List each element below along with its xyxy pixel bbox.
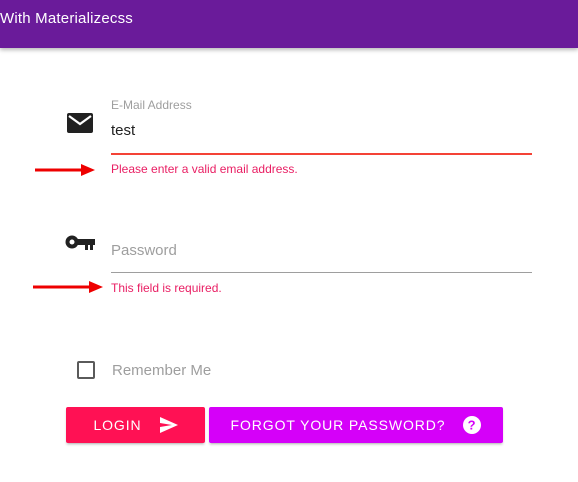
annotation-arrow-email bbox=[35, 164, 95, 176]
remember-me-label[interactable]: Remember Me bbox=[112, 362, 211, 379]
remember-me-checkbox[interactable] bbox=[77, 361, 95, 379]
email-label: E-Mail Address bbox=[111, 98, 192, 112]
login-button[interactable]: LOGIN bbox=[66, 407, 205, 443]
forgot-password-button[interactable]: FORGOT YOUR PASSWORD? ? bbox=[209, 407, 503, 443]
email-input[interactable]: test bbox=[111, 122, 135, 139]
send-icon bbox=[159, 417, 178, 433]
key-icon bbox=[65, 235, 95, 250]
top-app-bar: With Materializecss bbox=[0, 0, 578, 48]
svg-text:?: ? bbox=[468, 418, 477, 433]
forgot-password-button-label: FORGOT YOUR PASSWORD? bbox=[230, 417, 446, 433]
email-icon bbox=[67, 113, 93, 133]
app-title: With Materializecss bbox=[0, 10, 133, 27]
password-input[interactable]: Password bbox=[111, 242, 177, 259]
email-error-message: Please enter a valid email address. bbox=[111, 162, 298, 176]
login-button-label: LOGIN bbox=[93, 417, 142, 433]
password-error-message: This field is required. bbox=[111, 281, 222, 295]
help-icon: ? bbox=[463, 416, 482, 434]
annotation-arrow-password bbox=[33, 281, 103, 293]
email-underline bbox=[111, 153, 532, 155]
password-underline bbox=[111, 272, 532, 273]
